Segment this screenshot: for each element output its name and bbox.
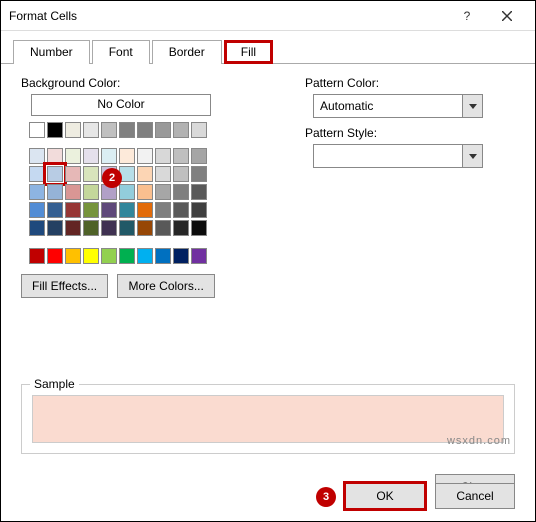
color-swatch[interactable] [155, 166, 171, 182]
color-swatch[interactable] [119, 148, 135, 164]
pattern-style-label: Pattern Style: [305, 126, 515, 140]
color-swatch[interactable] [47, 184, 63, 200]
color-swatch[interactable] [47, 202, 63, 218]
color-swatch[interactable] [119, 184, 135, 200]
cancel-button[interactable]: Cancel [435, 483, 515, 509]
color-swatch[interactable] [29, 122, 45, 138]
color-swatch[interactable] [47, 122, 63, 138]
color-swatch[interactable] [137, 166, 153, 182]
color-swatch[interactable] [173, 248, 189, 264]
color-swatch[interactable] [155, 122, 171, 138]
color-swatch[interactable] [101, 148, 117, 164]
color-swatch[interactable] [101, 122, 117, 138]
color-swatch[interactable] [29, 248, 45, 264]
color-swatch[interactable] [155, 220, 171, 236]
color-swatch[interactable] [137, 220, 153, 236]
color-swatch[interactable] [137, 122, 153, 138]
color-swatch[interactable] [65, 122, 81, 138]
color-swatch[interactable] [191, 220, 207, 236]
color-swatch[interactable] [47, 248, 63, 264]
color-swatch[interactable] [47, 220, 63, 236]
color-swatch[interactable] [119, 122, 135, 138]
color-swatch[interactable] [83, 166, 99, 182]
color-swatch[interactable] [191, 122, 207, 138]
color-swatch[interactable] [155, 148, 171, 164]
color-swatch[interactable] [155, 184, 171, 200]
color-swatch[interactable] [29, 220, 45, 236]
color-swatch[interactable] [173, 202, 189, 218]
sample-label: Sample [30, 377, 79, 391]
color-swatch[interactable] [101, 202, 117, 218]
color-swatch[interactable] [191, 166, 207, 182]
color-swatch[interactable] [173, 184, 189, 200]
color-swatch[interactable] [191, 148, 207, 164]
color-swatch[interactable] [191, 202, 207, 218]
tab-font[interactable]: Font [92, 40, 150, 64]
color-swatch[interactable] [29, 184, 45, 200]
color-swatch[interactable] [29, 148, 45, 164]
color-swatch[interactable] [155, 248, 171, 264]
color-swatch[interactable] [155, 202, 171, 218]
fill-effects-button[interactable]: Fill Effects... [21, 274, 108, 298]
color-swatch[interactable] [173, 166, 189, 182]
color-swatch[interactable] [137, 248, 153, 264]
color-swatch[interactable] [83, 220, 99, 236]
annotation-marker-2: 2 [102, 168, 122, 188]
color-swatch[interactable] [101, 248, 117, 264]
color-swatch[interactable] [47, 166, 63, 182]
color-swatch[interactable] [47, 148, 63, 164]
color-swatch[interactable] [137, 184, 153, 200]
tab-number[interactable]: Number [13, 40, 90, 64]
color-swatch[interactable] [173, 122, 189, 138]
color-swatch[interactable] [83, 122, 99, 138]
ok-button[interactable]: OK [345, 483, 425, 509]
sample-group: Sample [21, 384, 515, 454]
no-color-button[interactable]: No Color [31, 94, 211, 116]
chevron-down-icon [462, 95, 482, 117]
color-swatch[interactable] [65, 202, 81, 218]
tab-fill[interactable]: Fill [224, 40, 273, 64]
color-swatch[interactable] [29, 166, 45, 182]
color-palette [29, 122, 261, 264]
color-swatch[interactable] [29, 202, 45, 218]
chevron-down-icon [462, 145, 482, 167]
color-swatch[interactable] [65, 220, 81, 236]
color-swatch[interactable] [137, 202, 153, 218]
color-swatch[interactable] [191, 184, 207, 200]
color-swatch[interactable] [83, 202, 99, 218]
dialog-body: Background Color: No Color Fill Effects.… [1, 64, 535, 521]
pattern-color-label: Pattern Color: [305, 76, 515, 90]
help-button[interactable]: ? [447, 2, 487, 30]
color-swatch[interactable] [65, 148, 81, 164]
color-swatch[interactable] [173, 148, 189, 164]
color-swatch[interactable] [65, 184, 81, 200]
pattern-style-select[interactable] [313, 144, 483, 168]
tabstrip: Number Font Border Fill [1, 31, 535, 64]
color-swatch[interactable] [65, 248, 81, 264]
sample-preview [32, 395, 504, 443]
color-swatch[interactable] [191, 248, 207, 264]
titlebar: Format Cells ? [1, 1, 535, 31]
color-swatch[interactable] [65, 166, 81, 182]
color-swatch[interactable] [137, 148, 153, 164]
pattern-color-select[interactable]: Automatic [313, 94, 483, 118]
color-swatch[interactable] [173, 220, 189, 236]
color-swatch[interactable] [83, 248, 99, 264]
color-swatch[interactable] [119, 220, 135, 236]
background-color-label: Background Color: [21, 76, 261, 90]
window-title: Format Cells [9, 9, 447, 23]
more-colors-button[interactable]: More Colors... [117, 274, 214, 298]
close-icon [502, 11, 512, 21]
color-swatch[interactable] [119, 202, 135, 218]
color-swatch[interactable] [83, 184, 99, 200]
close-button[interactable] [487, 2, 527, 30]
color-swatch[interactable] [83, 148, 99, 164]
format-cells-dialog: Format Cells ? Number Font Border Fill B… [0, 0, 536, 522]
tab-border[interactable]: Border [152, 40, 222, 64]
color-swatch[interactable] [119, 248, 135, 264]
color-swatch[interactable] [101, 220, 117, 236]
annotation-marker-3: 3 [316, 487, 336, 507]
watermark-text: wsxdn.com [447, 435, 511, 447]
